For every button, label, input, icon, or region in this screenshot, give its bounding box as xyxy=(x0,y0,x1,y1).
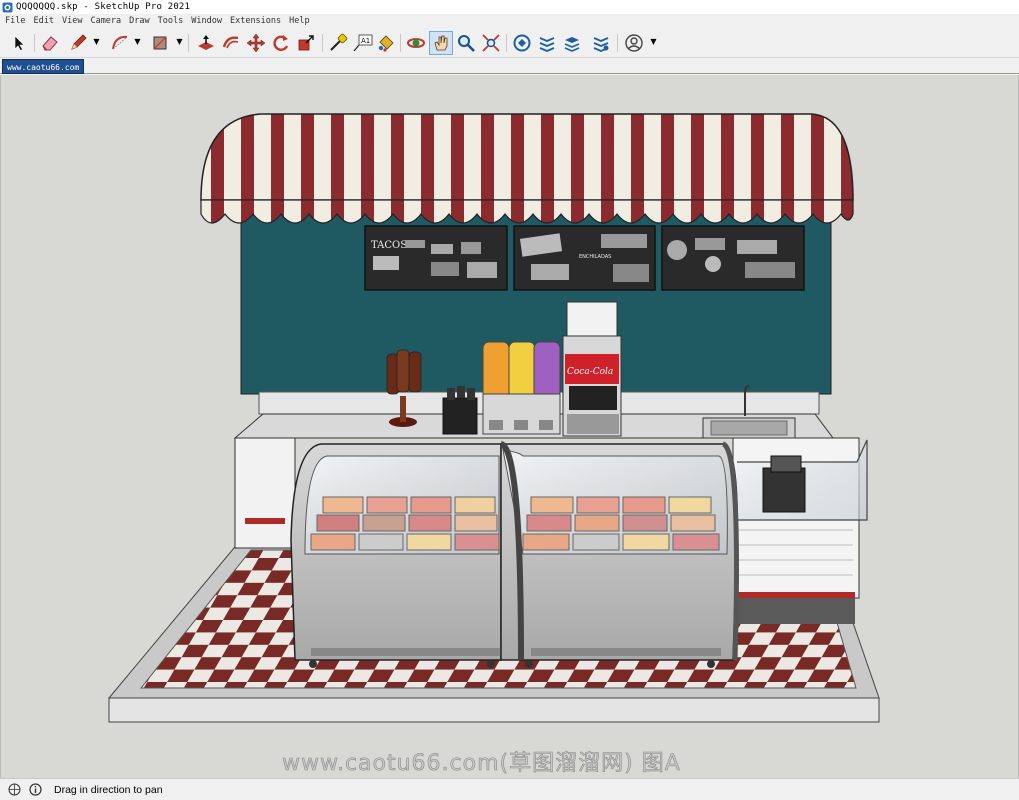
extension-warehouse-tool-button[interactable] xyxy=(535,31,559,55)
3d-warehouse-tool-button[interactable] xyxy=(510,31,534,55)
menu-bar: File Edit View Camera Draw Tools Window … xyxy=(0,14,1019,28)
push-pull-tool-button[interactable] xyxy=(194,31,218,55)
select-icon xyxy=(14,35,25,51)
status-message: Drag in direction to pan xyxy=(54,783,163,796)
layout-icon xyxy=(564,37,580,52)
striped-awning xyxy=(200,113,854,224)
account-icon xyxy=(625,34,643,52)
pencil-dropdown-arrow[interactable]: ▼ xyxy=(92,37,101,47)
ice-cream-display-case-right xyxy=(499,441,739,668)
window-title: QQQQQQQ.skp - SketchUp Pro 2021 xyxy=(16,2,191,12)
zoom-icon xyxy=(458,35,475,52)
scene-tab[interactable]: www.caotu66.com xyxy=(2,59,85,74)
paint-bucket-icon xyxy=(378,35,394,52)
move-tool-button[interactable] xyxy=(244,31,268,55)
cup-holder xyxy=(442,386,478,435)
menu-tools[interactable]: Tools xyxy=(154,16,188,26)
extension-manager-tool-button[interactable] xyxy=(589,31,613,55)
scene-tab-strip: www.caotu66.com xyxy=(0,58,1019,74)
menu-draw[interactable]: Draw xyxy=(125,16,153,26)
pencil-icon xyxy=(71,34,87,50)
scale-icon xyxy=(298,35,314,51)
eraser-icon xyxy=(42,36,58,51)
pan-icon xyxy=(434,35,448,51)
rectangle-dropdown-arrow[interactable]: ▼ xyxy=(175,37,184,47)
rectangle-icon xyxy=(153,36,167,50)
info-icon[interactable] xyxy=(28,783,42,797)
rectangle-tool-button[interactable] xyxy=(148,31,172,55)
account-button[interactable] xyxy=(622,31,646,55)
text-icon: A1 xyxy=(353,34,373,52)
menu-boards: TACOS ENCHILADAS xyxy=(364,225,805,291)
zoom-extents-tool-button[interactable] xyxy=(479,31,503,55)
soda-brand-logo: Coca-Cola xyxy=(567,367,613,377)
tape-measure-tool-button[interactable] xyxy=(326,31,350,55)
menu-help[interactable]: Help xyxy=(285,16,313,26)
ice-cream-display-case-left xyxy=(290,443,502,668)
arc-tool-button[interactable] xyxy=(108,31,132,55)
scale-tool-button[interactable] xyxy=(294,31,318,55)
extension-warehouse-icon xyxy=(539,37,555,52)
menu-board-title: TACOS xyxy=(371,240,407,251)
watermark-text: www.caotu66.com(草图溜溜网) 图A xyxy=(282,751,681,777)
tape-measure-icon xyxy=(330,33,348,51)
layout-tool-button[interactable] xyxy=(560,31,584,55)
3d-warehouse-icon xyxy=(513,34,531,52)
model-render: TACOS ENCHILADAS Coca-Cola xyxy=(107,113,880,723)
slush-machine xyxy=(482,341,561,435)
zoom-tool-button[interactable] xyxy=(454,31,478,55)
geolocation-icon[interactable] xyxy=(7,783,21,797)
menu-window[interactable]: Window xyxy=(187,16,226,26)
push-pull-icon xyxy=(198,35,214,50)
model-viewport[interactable]: TACOS ENCHILADAS Coca-Cola xyxy=(0,75,1019,778)
menu-file[interactable]: File xyxy=(0,16,29,26)
pencil-tool-button[interactable] xyxy=(66,31,90,55)
menu-board-subtitle: ENCHILADAS xyxy=(579,254,611,260)
offset-tool-button[interactable] xyxy=(219,31,243,55)
select-tool-button[interactable] xyxy=(7,31,31,55)
title-bar: QQQQQQQ.skp - SketchUp Pro 2021 xyxy=(0,0,1019,14)
account-dropdown-arrow[interactable]: ▼ xyxy=(649,37,658,47)
offset-icon xyxy=(222,36,239,49)
pan-tool-button[interactable] xyxy=(429,31,453,55)
menu-extensions[interactable]: Extensions xyxy=(226,16,285,26)
arc-dropdown-arrow[interactable]: ▼ xyxy=(133,37,142,47)
eraser-tool-button[interactable] xyxy=(38,31,62,55)
menu-view[interactable]: View xyxy=(58,16,86,26)
rotate-icon xyxy=(273,35,289,51)
orbit-tool-button[interactable] xyxy=(404,31,428,55)
svg-text:A1: A1 xyxy=(361,37,370,45)
text-tool-button[interactable]: A1 xyxy=(351,31,375,55)
soda-fountain: Coca-Cola xyxy=(562,301,622,437)
zoom-extents-icon xyxy=(482,34,500,52)
menu-edit[interactable]: Edit xyxy=(29,16,57,26)
move-icon xyxy=(246,33,266,53)
sketchup-app-icon xyxy=(2,2,13,12)
paint-bucket-tool-button[interactable] xyxy=(374,31,398,55)
menu-board-right xyxy=(661,225,805,291)
orbit-icon xyxy=(407,38,425,48)
menu-camera[interactable]: Camera xyxy=(86,16,125,26)
toolbar: ▼ ▼ ▼ A1 ▼ xyxy=(0,28,1019,58)
extension-manager-icon xyxy=(593,37,609,52)
arc-icon xyxy=(112,35,128,50)
rotate-tool-button[interactable] xyxy=(269,31,293,55)
status-bar: Drag in direction to pan xyxy=(0,778,1019,800)
